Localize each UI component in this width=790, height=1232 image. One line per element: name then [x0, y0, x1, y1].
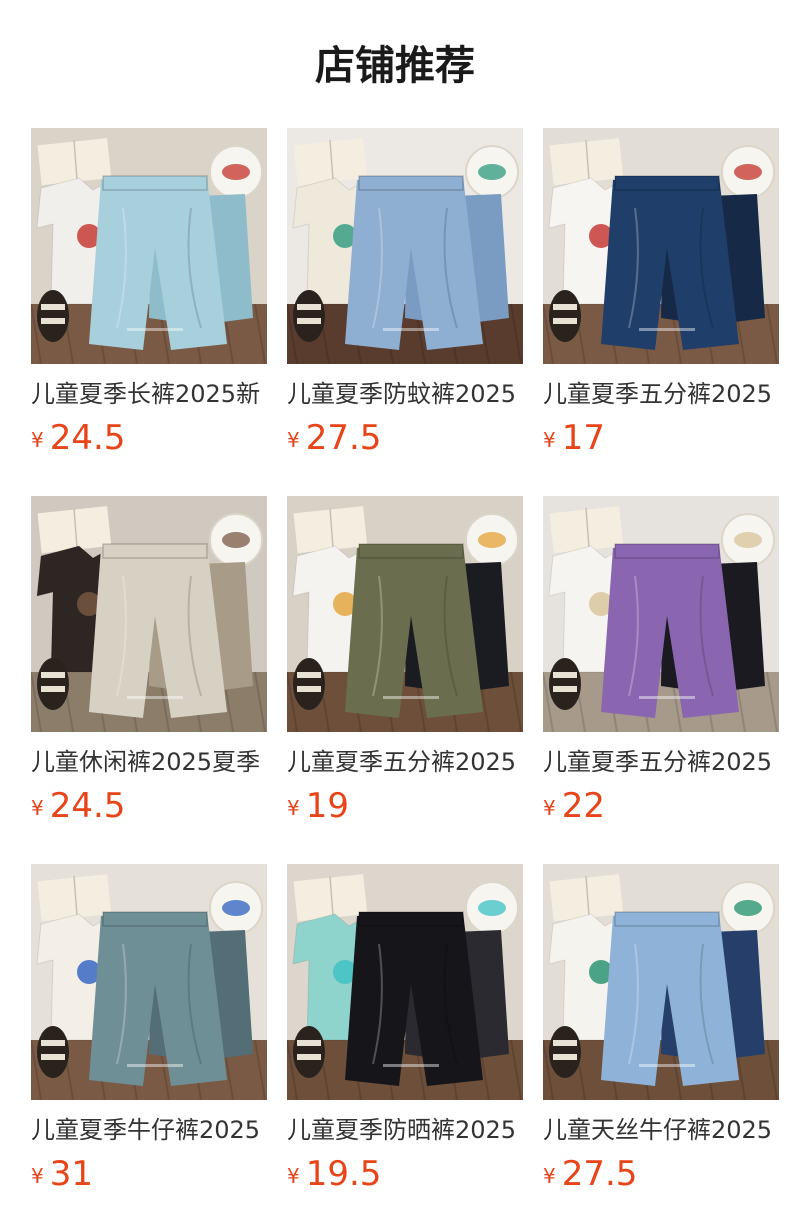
product-card[interactable]: 儿童夏季牛仔裤2025 ¥31	[31, 864, 267, 1232]
page-title: 店铺推荐	[315, 43, 475, 89]
product-image[interactable]	[31, 496, 267, 732]
product-price: ¥22	[543, 786, 779, 826]
denim-jogger-photo	[287, 128, 523, 364]
product-grid: 儿童夏季长裤2025新 ¥24.5 儿童夏季防蚊裤2025 ¥27.5 儿童夏季五分裤2…	[31, 128, 779, 1232]
product-image[interactable]	[287, 496, 523, 732]
product-card[interactable]: 儿童夏季五分裤2025 ¥22	[543, 496, 779, 864]
vintage-denim-shorts-photo	[31, 864, 267, 1100]
product-card[interactable]: 儿童夏季防蚊裤2025 ¥27.5	[287, 128, 523, 496]
product-card[interactable]: 儿童休闲裤2025夏季 ¥24.5	[31, 496, 267, 864]
currency-symbol: ¥	[31, 428, 44, 452]
price-amount: 31	[49, 1154, 93, 1194]
price-amount: 22	[561, 786, 605, 826]
product-image[interactable]	[543, 864, 779, 1100]
price-amount: 24.5	[49, 786, 126, 826]
recommendation-page: 店铺推荐 儿童夏季长裤2025新 ¥24.5 儿童夏季防蚊裤2025 ¥27.5 儿童夏…	[0, 0, 790, 1232]
product-card[interactable]: 儿童夏季防晒裤2025 ¥19.5	[287, 864, 523, 1232]
product-name[interactable]: 儿童夏季五分裤2025	[543, 746, 779, 778]
purple-cargo-shorts-photo	[543, 496, 779, 732]
currency-symbol: ¥	[287, 796, 300, 820]
tencel-denim-pants-photo	[543, 864, 779, 1100]
product-card[interactable]: 儿童夏季五分裤2025 ¥17	[543, 128, 779, 496]
product-image[interactable]	[543, 496, 779, 732]
light-blue-pants-photo	[31, 128, 267, 364]
product-image[interactable]	[287, 864, 523, 1100]
product-price: ¥19.5	[287, 1154, 523, 1194]
price-amount: 27.5	[305, 418, 382, 458]
product-price: ¥24.5	[31, 418, 267, 458]
price-amount: 17	[561, 418, 605, 458]
product-price: ¥27.5	[543, 1154, 779, 1194]
product-image[interactable]	[31, 128, 267, 364]
olive-cargo-shorts-photo	[287, 496, 523, 732]
currency-symbol: ¥	[543, 428, 556, 452]
price-amount: 27.5	[561, 1154, 638, 1194]
product-price: ¥27.5	[287, 418, 523, 458]
product-card[interactable]: 儿童天丝牛仔裤2025 ¥27.5	[543, 864, 779, 1232]
product-name[interactable]: 儿童夏季防蚊裤2025	[287, 378, 523, 410]
product-image[interactable]	[31, 864, 267, 1100]
black-track-pants-photo	[287, 864, 523, 1100]
product-image[interactable]	[543, 128, 779, 364]
price-amount: 19	[305, 786, 349, 826]
product-name[interactable]: 儿童天丝牛仔裤2025	[543, 1114, 779, 1146]
product-name[interactable]: 儿童夏季长裤2025新	[31, 378, 267, 410]
price-amount: 19.5	[305, 1154, 382, 1194]
product-name[interactable]: 儿童夏季牛仔裤2025	[31, 1114, 267, 1146]
currency-symbol: ¥	[543, 1164, 556, 1188]
price-amount: 24.5	[49, 418, 126, 458]
product-price: ¥17	[543, 418, 779, 458]
product-card[interactable]: 儿童夏季长裤2025新 ¥24.5	[31, 128, 267, 496]
currency-symbol: ¥	[31, 1164, 44, 1188]
product-name[interactable]: 儿童夏季防晒裤2025	[287, 1114, 523, 1146]
navy-shorts-photo	[543, 128, 779, 364]
currency-symbol: ¥	[543, 796, 556, 820]
product-price: ¥24.5	[31, 786, 267, 826]
beige-cargo-pants-photo	[31, 496, 267, 732]
currency-symbol: ¥	[287, 1164, 300, 1188]
product-name[interactable]: 儿童夏季五分裤2025	[543, 378, 779, 410]
currency-symbol: ¥	[31, 796, 44, 820]
product-name[interactable]: 儿童休闲裤2025夏季	[31, 746, 267, 778]
product-price: ¥31	[31, 1154, 267, 1194]
currency-symbol: ¥	[287, 428, 300, 452]
product-image[interactable]	[287, 128, 523, 364]
product-name[interactable]: 儿童夏季五分裤2025	[287, 746, 523, 778]
product-card[interactable]: 儿童夏季五分裤2025 ¥19	[287, 496, 523, 864]
product-price: ¥19	[287, 786, 523, 826]
